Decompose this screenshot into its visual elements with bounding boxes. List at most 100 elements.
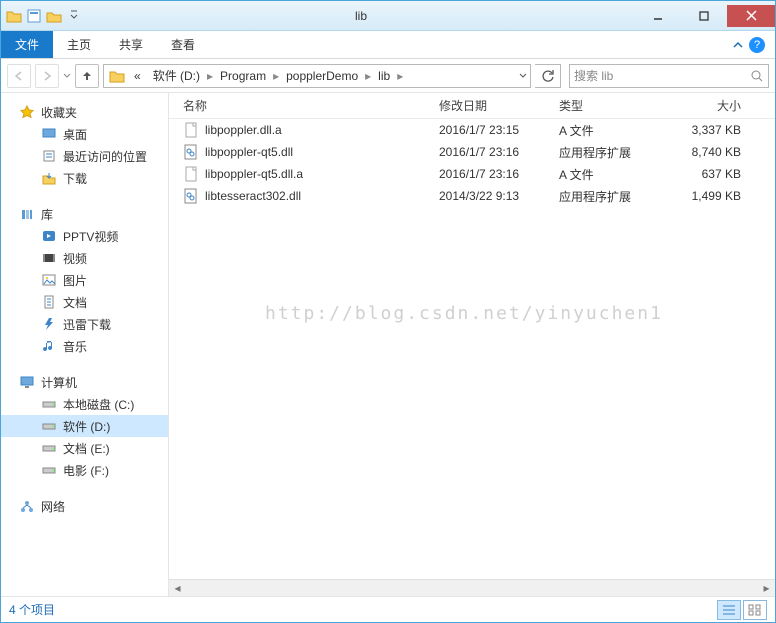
item-icon — [41, 170, 57, 186]
content-area: 收藏夹 桌面最近访问的位置下载 库 PPTV视频视频图片文档迅雷下载音乐 计算机… — [1, 93, 775, 596]
sidebar-item[interactable]: 本地磁盘 (C:) — [1, 393, 168, 415]
file-date: 2014/3/22 9:13 — [439, 189, 559, 203]
breadcrumb-segment[interactable]: Program — [214, 69, 272, 83]
column-type[interactable]: 类型 — [559, 97, 673, 114]
properties-icon[interactable] — [25, 7, 43, 25]
file-list-pane: 名称 修改日期 类型 大小 libpoppler.dll.a2016/1/7 2… — [169, 93, 775, 596]
quick-access-toolbar — [1, 7, 87, 25]
item-icon — [41, 294, 57, 310]
chevron-right-icon[interactable]: ▸ — [364, 69, 372, 83]
file-date: 2016/1/7 23:16 — [439, 145, 559, 159]
file-list: libpoppler.dll.a2016/1/7 23:15A 文件3,337 … — [169, 119, 775, 579]
item-icon — [41, 148, 57, 164]
file-name: libpoppler-qt5.dll.a — [205, 167, 303, 181]
scroll-left-icon[interactable]: ◂ — [169, 580, 186, 597]
breadcrumb-segment[interactable]: 软件 (D:) — [147, 69, 206, 83]
chevron-right-icon[interactable]: ▸ — [272, 69, 280, 83]
sidebar-item[interactable]: 文档 — [1, 291, 168, 313]
address-dropdown-icon[interactable] — [518, 71, 528, 81]
file-row[interactable]: libtesseract302.dll 2014/3/22 9:13应用程序扩展1… — [169, 185, 775, 207]
refresh-button[interactable] — [535, 64, 561, 88]
file-date: 2016/1/7 23:15 — [439, 123, 559, 137]
file-row[interactable]: libpoppler-qt5.dll 2016/1/7 23:16应用程序扩展8,… — [169, 141, 775, 163]
navigation-pane: 收藏夹 桌面最近访问的位置下载 库 PPTV视频视频图片文档迅雷下载音乐 计算机… — [1, 93, 169, 596]
scroll-right-icon[interactable]: ▸ — [758, 580, 775, 597]
sidebar-item[interactable]: 视频 — [1, 247, 168, 269]
chevron-right-icon[interactable]: ▸ — [206, 69, 214, 83]
column-name[interactable]: 名称 — [183, 97, 439, 114]
horizontal-scrollbar[interactable]: ◂ ▸ — [169, 579, 775, 596]
forward-button[interactable] — [35, 64, 59, 88]
sidebar-item[interactable]: 图片 — [1, 269, 168, 291]
file-type: 应用程序扩展 — [559, 188, 673, 205]
breadcrumb-segment[interactable]: popplerDemo — [280, 69, 364, 83]
search-placeholder: 搜索 lib — [574, 67, 750, 84]
open-folder-icon[interactable] — [45, 7, 63, 25]
sidebar-favorites[interactable]: 收藏夹 — [1, 101, 168, 123]
file-row[interactable]: libpoppler.dll.a2016/1/7 23:15A 文件3,337 … — [169, 119, 775, 141]
qat-dropdown-icon[interactable] — [65, 7, 83, 25]
file-name: libtesseract302.dll — [205, 189, 301, 203]
file-type: A 文件 — [559, 166, 673, 183]
details-view-button[interactable] — [717, 600, 741, 620]
file-size: 8,740 KB — [673, 145, 753, 159]
large-icons-view-button[interactable] — [743, 600, 767, 620]
sidebar-item[interactable]: 下载 — [1, 167, 168, 189]
column-date[interactable]: 修改日期 — [439, 97, 559, 114]
tab-file[interactable]: 文件 — [1, 31, 53, 58]
title-bar: lib — [1, 1, 775, 31]
tab-home[interactable]: 主页 — [53, 31, 105, 58]
item-icon — [41, 250, 57, 266]
computer-icon — [19, 374, 35, 390]
ribbon-help: ? — [723, 31, 775, 58]
file-type: A 文件 — [559, 122, 673, 139]
tab-share[interactable]: 共享 — [105, 31, 157, 58]
file-type: 应用程序扩展 — [559, 144, 673, 161]
sidebar-item[interactable]: 最近访问的位置 — [1, 145, 168, 167]
address-bar[interactable]: « 软件 (D:)▸Program▸popplerDemo▸lib▸ — [103, 64, 531, 88]
help-icon[interactable]: ? — [749, 37, 765, 53]
sidebar-libraries[interactable]: 库 — [1, 203, 168, 225]
minimize-button[interactable] — [635, 5, 681, 27]
file-size: 1,499 KB — [673, 189, 753, 203]
maximize-button[interactable] — [681, 5, 727, 27]
drive-icon — [41, 462, 57, 478]
breadcrumb-segment[interactable]: lib — [372, 69, 396, 83]
sidebar-item[interactable]: PPTV视频 — [1, 225, 168, 247]
sidebar-item[interactable]: 桌面 — [1, 123, 168, 145]
column-size[interactable]: 大小 — [673, 97, 753, 114]
sidebar-item[interactable]: 音乐 — [1, 335, 168, 357]
file-size: 637 KB — [673, 167, 753, 181]
file-icon — [183, 144, 199, 160]
file-name: libpoppler-qt5.dll — [205, 145, 293, 159]
folder-icon — [5, 7, 23, 25]
column-headers: 名称 修改日期 类型 大小 — [169, 93, 775, 119]
file-icon — [183, 188, 199, 204]
watermark-text: http://blog.csdn.net/yinyuchen1 — [265, 303, 663, 324]
ribbon-tabs: 文件 主页 共享 查看 ? — [1, 31, 775, 59]
status-bar: 4 个项目 — [1, 596, 775, 622]
chevron-right-icon[interactable]: ▸ — [396, 69, 404, 83]
up-button[interactable] — [75, 64, 99, 88]
file-row[interactable]: libpoppler-qt5.dll.a 2016/1/7 23:16A 文件63… — [169, 163, 775, 185]
sidebar-network[interactable]: 网络 — [1, 495, 168, 517]
library-icon — [19, 206, 35, 222]
close-button[interactable] — [727, 5, 775, 27]
file-date: 2016/1/7 23:16 — [439, 167, 559, 181]
sidebar-item[interactable]: 文档 (E:) — [1, 437, 168, 459]
star-icon — [19, 104, 35, 120]
sidebar-item[interactable]: 软件 (D:) — [1, 415, 168, 437]
item-icon — [41, 338, 57, 354]
history-dropdown-icon[interactable] — [63, 72, 71, 80]
network-icon — [19, 498, 35, 514]
tab-view[interactable]: 查看 — [157, 31, 209, 58]
sidebar-computer[interactable]: 计算机 — [1, 371, 168, 393]
navigation-bar: « 软件 (D:)▸Program▸popplerDemo▸lib▸ 搜索 li… — [1, 59, 775, 93]
sidebar-item[interactable]: 电影 (F:) — [1, 459, 168, 481]
item-icon — [41, 126, 57, 142]
back-button[interactable] — [7, 64, 31, 88]
drive-icon — [41, 396, 57, 412]
search-box[interactable]: 搜索 lib — [569, 64, 769, 88]
expand-ribbon-icon[interactable] — [733, 40, 743, 50]
sidebar-item[interactable]: 迅雷下载 — [1, 313, 168, 335]
